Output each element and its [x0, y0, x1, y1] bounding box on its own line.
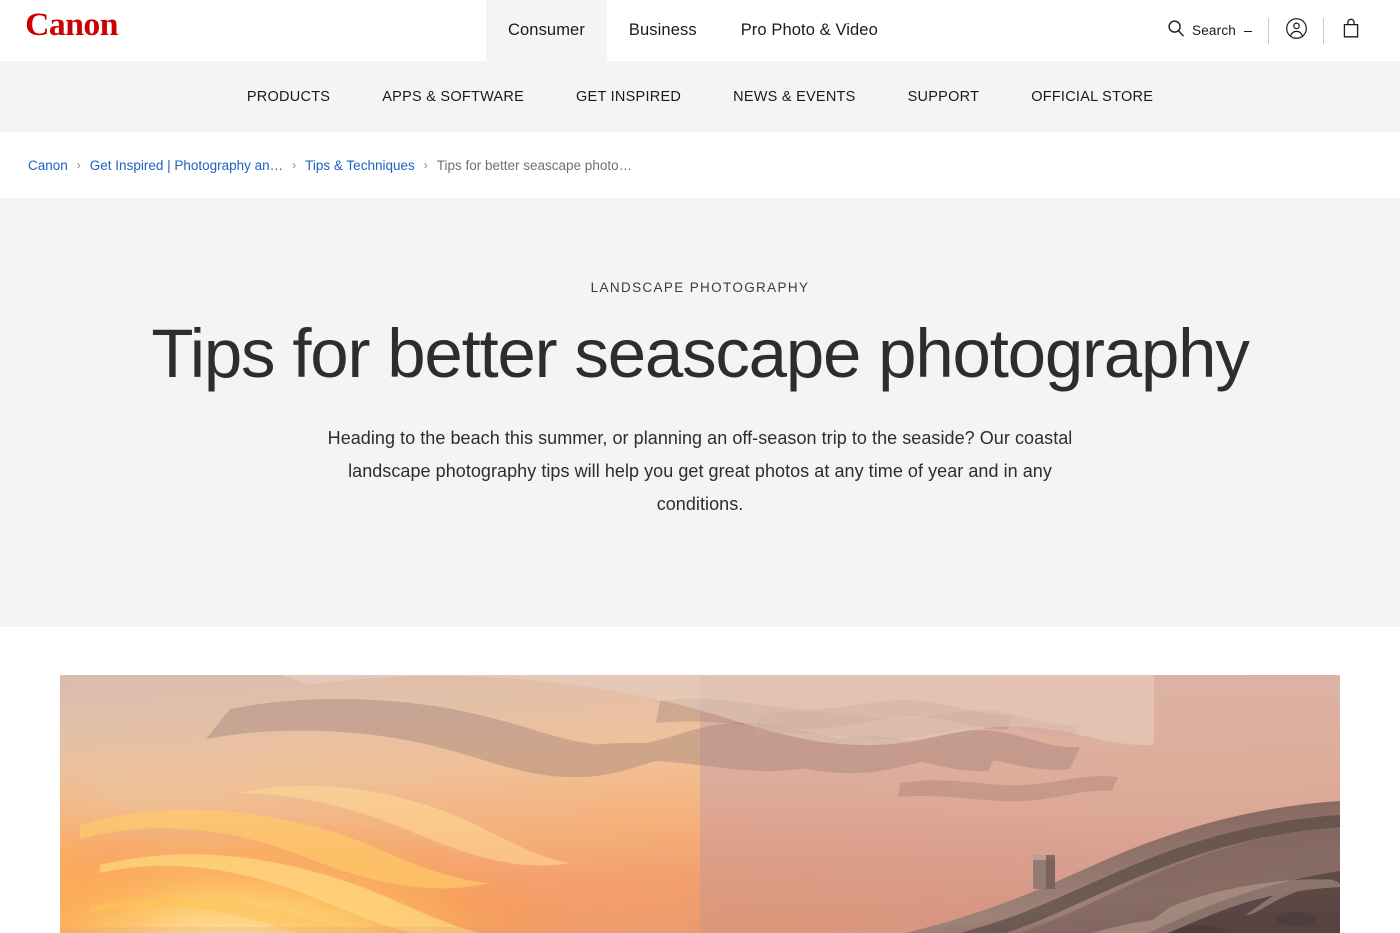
audience-tab-bar: Consumer Business Pro Photo & Video — [486, 0, 900, 61]
audience-tab-business[interactable]: Business — [607, 0, 719, 61]
audience-tab-label: Consumer — [508, 21, 585, 39]
cart-button[interactable] — [1324, 11, 1378, 51]
seascape-sunset-cliff-photo — [60, 675, 1340, 933]
search-button[interactable]: Search — [1167, 19, 1268, 42]
audience-tab-pro-photo-video[interactable]: Pro Photo & Video — [719, 0, 900, 61]
article-hero: LANDSCAPE PHOTOGRAPHY Tips for better se… — [0, 198, 1400, 627]
nav-item-official-store[interactable]: OFFICIAL STORE — [1005, 89, 1179, 105]
page-title: Tips for better seascape photography — [151, 315, 1249, 392]
breadcrumb-item-current: Tips for better seascape photo… — [436, 157, 633, 173]
shopping-bag-icon — [1341, 17, 1361, 44]
search-label: Search — [1192, 23, 1236, 38]
breadcrumb-separator: › — [292, 158, 297, 172]
breadcrumb-item-get-inspired[interactable]: Get Inspired | Photography an… — [90, 158, 283, 173]
nav-item-get-inspired[interactable]: GET INSPIRED — [550, 89, 707, 105]
breadcrumb-item-tips-techniques[interactable]: Tips & Techniques — [305, 158, 415, 173]
article-category-label: LANDSCAPE PHOTOGRAPHY — [590, 280, 810, 295]
account-circle-icon — [1285, 17, 1308, 45]
article-standfirst: Heading to the beach this summer, or pla… — [327, 428, 1073, 515]
account-button[interactable] — [1269, 11, 1323, 51]
canon-logo-text: Canon — [25, 6, 118, 43]
breadcrumb-separator: › — [423, 158, 428, 172]
nav-item-apps-software[interactable]: APPS & SOFTWARE — [356, 89, 550, 105]
search-icon — [1167, 19, 1185, 42]
nav-item-products[interactable]: PRODUCTS — [221, 89, 356, 105]
audience-tab-label: Business — [628, 21, 697, 39]
header-utilities: Search — [1167, 0, 1378, 61]
audience-tab-consumer[interactable]: Consumer — [486, 0, 607, 61]
hero-image-band — [0, 627, 1400, 933]
nav-item-news-events[interactable]: NEWS & EVENTS — [707, 89, 882, 105]
site-header: Canon Consumer Business Pro Photo & Vide… — [0, 0, 1400, 61]
breadcrumb-item-canon[interactable]: Canon — [28, 158, 68, 173]
audience-tab-label: Pro Photo & Video — [740, 21, 878, 39]
primary-navigation: PRODUCTS APPS & SOFTWARE GET INSPIRED NE… — [0, 61, 1400, 132]
breadcrumb: Canon › Get Inspired | Photography an… ›… — [0, 132, 1400, 198]
canon-logo[interactable]: Canon — [25, 6, 118, 43]
breadcrumb-separator: › — [76, 158, 81, 172]
nav-item-support[interactable]: SUPPORT — [882, 89, 1006, 105]
search-cursor — [1244, 30, 1252, 33]
